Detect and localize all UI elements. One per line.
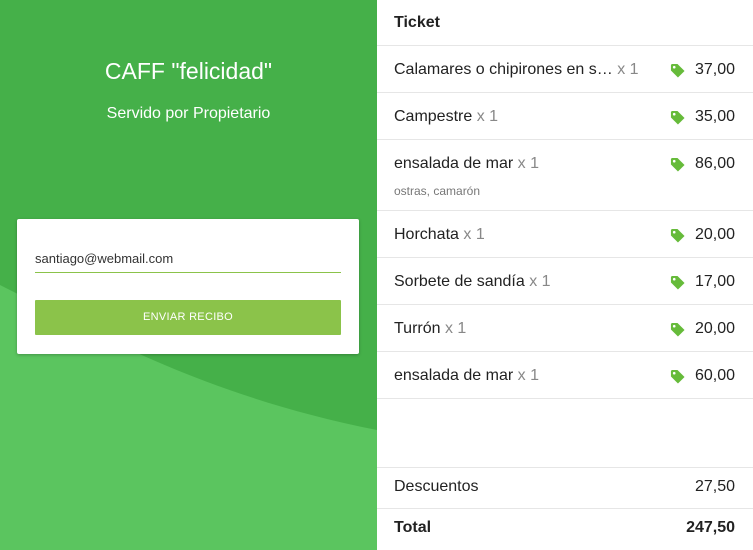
item-price: 60,00 (694, 367, 735, 384)
total-row: Total 247,50 (377, 508, 753, 550)
item-price: 37,00 (694, 61, 735, 78)
item-quantity: x 1 (476, 108, 499, 125)
ticket-title: Ticket (394, 14, 440, 31)
receipt-card: ENVIAR RECIBO (17, 219, 359, 354)
store-panel: CAFF "felicidad" Servido por Propietario… (0, 0, 377, 550)
item-name: ensalada de mar x 1 (394, 367, 539, 384)
item-quantity: x 1 (617, 61, 639, 78)
ticket-item[interactable]: ensalada de mar x 1 60,00 (377, 352, 753, 399)
item-name: Sorbete de sandía x 1 (394, 273, 551, 290)
item-note: ostras, camarón (394, 184, 481, 198)
email-field[interactable] (35, 249, 341, 273)
ticket-panel: Ticket Calamares o chipirones en s… x 1 … (377, 0, 753, 550)
item-quantity: x 1 (529, 273, 551, 290)
price-tag-icon (670, 275, 685, 290)
item-quantity: x 1 (517, 367, 539, 384)
ticket-item[interactable]: Calamares o chipirones en s… x 1 37,00 (377, 46, 753, 93)
price-tag-icon (670, 369, 685, 384)
ticket-items: Calamares o chipirones en s… x 1 37,00 C… (377, 46, 753, 399)
total-value: 247,50 (686, 519, 735, 536)
send-receipt-button[interactable]: ENVIAR RECIBO (35, 300, 341, 335)
item-price: 35,00 (694, 108, 735, 125)
ticket-item[interactable]: ensalada de mar x 1 ostras, camarón 86,0… (377, 140, 753, 211)
price-tag-icon (670, 63, 685, 78)
item-name: Horchata x 1 (394, 226, 485, 243)
store-title: CAFF "felicidad" (104, 58, 273, 84)
item-name: Calamares o chipirones en s… x 1 (394, 61, 639, 78)
item-price: 86,00 (694, 155, 735, 172)
ticket-item[interactable]: Horchata x 1 20,00 (377, 211, 753, 258)
item-price: 20,00 (694, 320, 735, 337)
item-quantity: x 1 (444, 320, 467, 337)
price-tag-icon (670, 228, 685, 243)
total-label: Total (394, 519, 432, 536)
ticket-item[interactable]: Campestre x 1 35,00 (377, 93, 753, 140)
price-tag-icon (670, 110, 685, 125)
item-quantity: x 1 (517, 155, 539, 172)
item-name: Turrón x 1 (394, 320, 467, 337)
price-tag-icon (670, 157, 685, 172)
item-quantity: x 1 (463, 226, 485, 243)
item-name: Campestre x 1 (394, 108, 499, 125)
ticket-item[interactable]: Turrón x 1 20,00 (377, 305, 753, 352)
ticket-item[interactable]: Sorbete de sandía x 1 17,00 (377, 258, 753, 305)
discounts-row[interactable]: Descuentos 27,50 (377, 467, 753, 503)
item-price: 20,00 (694, 226, 735, 243)
item-name: ensalada de mar x 1 (394, 155, 539, 172)
item-price: 17,00 (694, 273, 735, 290)
discounts-value: 27,50 (694, 478, 735, 495)
ticket-header: Ticket (377, 0, 753, 46)
store-subtitle: Servido por Propietario (106, 105, 271, 122)
discounts-label: Descuentos (394, 478, 479, 495)
price-tag-icon (670, 322, 685, 337)
